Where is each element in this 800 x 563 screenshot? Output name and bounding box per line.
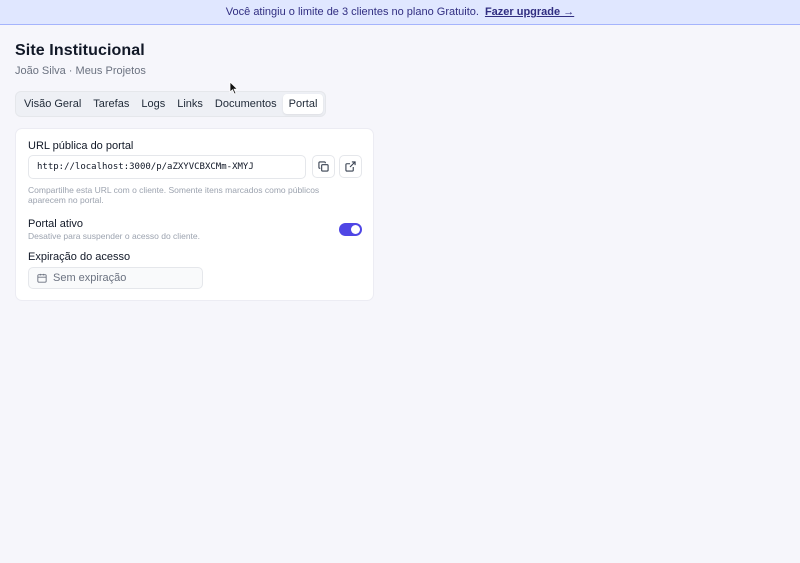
copy-icon [318, 161, 329, 172]
plan-limit-banner: Você atingiu o limite de 3 clientes no p… [0, 0, 800, 25]
portal-settings-card: URL pública do portal http://localhost:3… [15, 128, 374, 301]
tab-tarefas[interactable]: Tarefas [87, 94, 135, 114]
portal-active-label: Portal ativo [28, 218, 84, 230]
copy-url-button[interactable] [312, 155, 335, 178]
banner-message: Você atingiu o limite de 3 clientes no p… [225, 6, 479, 18]
expiration-placeholder: Sem expiração [53, 272, 127, 284]
portal-url-field[interactable]: http://localhost:3000/p/aZXYVCBXCMm-XMYJ [28, 155, 306, 179]
page-header: Site Institucional João Silva · Meus Pro… [15, 42, 146, 77]
mouse-cursor-icon [229, 81, 239, 95]
portal-active-description: Desative para suspender o acesso do clie… [28, 231, 200, 241]
toggle-knob [351, 225, 360, 234]
project-tabs: Visão Geral Tarefas Logs Links Documento… [15, 91, 327, 117]
url-label: URL pública do portal [28, 140, 134, 152]
url-help-text: Compartilhe esta URL com o cliente. Some… [28, 185, 320, 205]
tab-documentos[interactable]: Documentos [209, 94, 283, 114]
external-link-icon [345, 161, 356, 172]
upgrade-link[interactable]: Fazer upgrade → [485, 6, 574, 18]
expiration-date-picker[interactable]: Sem expiração [28, 267, 203, 289]
portal-active-toggle[interactable] [339, 223, 362, 236]
breadcrumb: João Silva · Meus Projetos [15, 65, 146, 77]
calendar-icon [37, 273, 47, 283]
expiration-label: Expiração do acesso [28, 251, 131, 263]
page-title: Site Institucional [15, 42, 145, 59]
tab-portal[interactable]: Portal [282, 94, 324, 114]
tab-visao-geral[interactable]: Visão Geral [18, 94, 87, 114]
open-portal-button[interactable] [339, 155, 362, 178]
tab-logs[interactable]: Logs [135, 94, 171, 114]
tab-links[interactable]: Links [171, 94, 209, 114]
